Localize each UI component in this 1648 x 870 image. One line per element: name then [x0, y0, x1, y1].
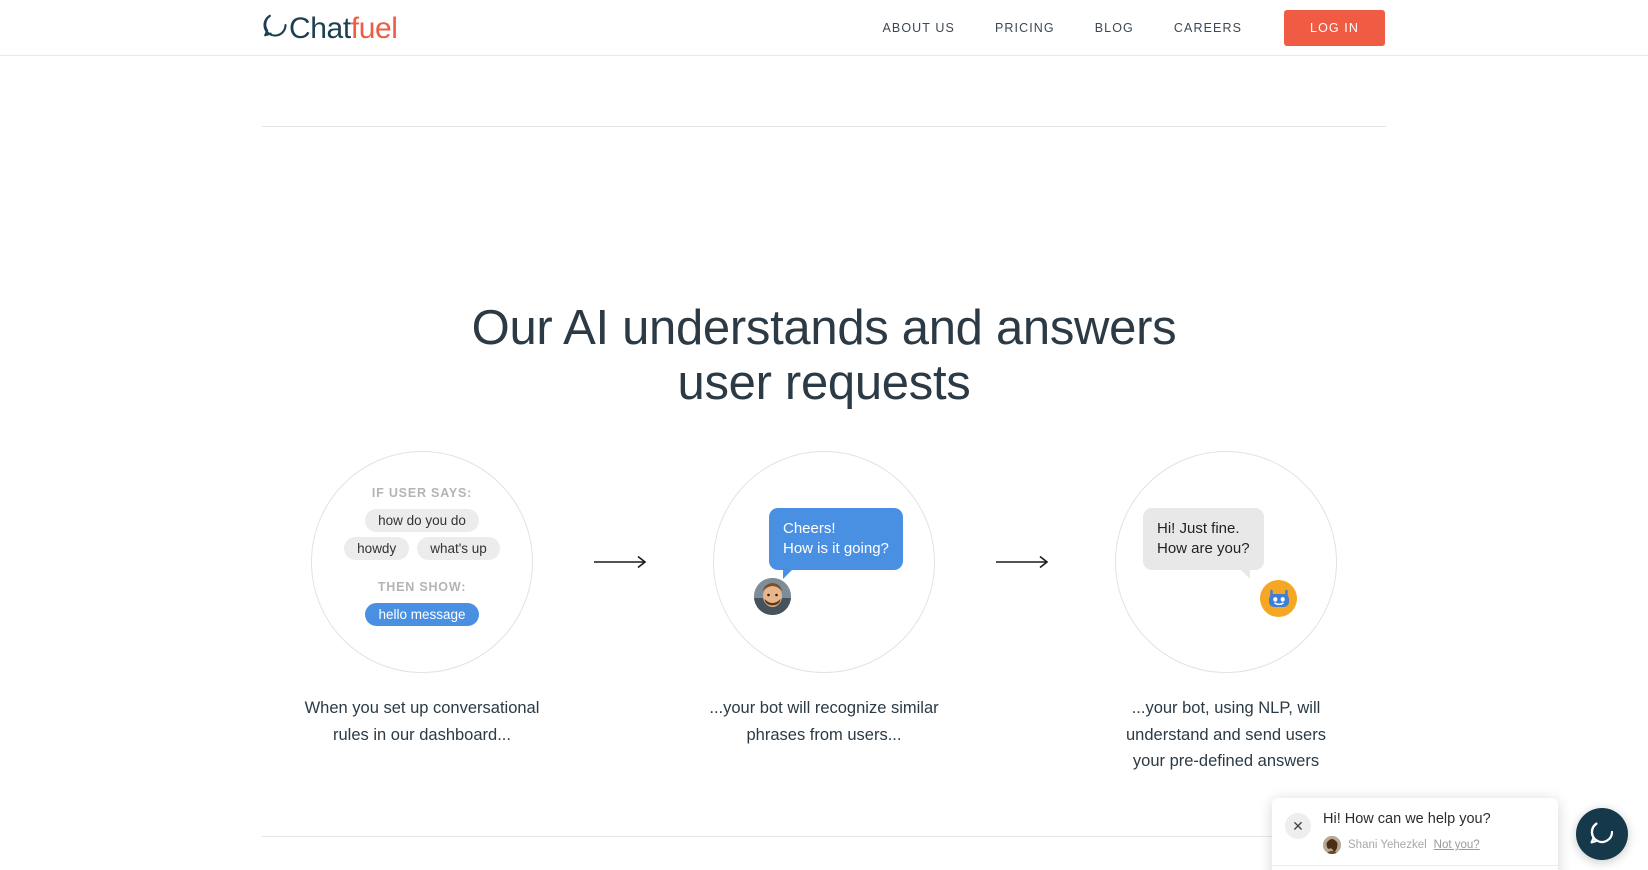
chat-agent-row: Shani Yehezkel Not you?	[1323, 836, 1491, 855]
page-title-line2: user requests	[677, 356, 971, 411]
not-you-link[interactable]: Not you?	[1434, 839, 1480, 851]
login-button[interactable]: LOG IN	[1284, 10, 1385, 46]
phrase-pill: what's up	[417, 537, 500, 560]
bot-message-bubble: Hi! Just fine. How are you?	[1143, 508, 1264, 579]
chat-widget-header: ✕ Hi! How can we help you? Shani Yehezke…	[1272, 798, 1558, 867]
step-2-circle: Cheers! How is it going?	[713, 451, 935, 673]
page-content: Our AI understands and answers user requ…	[0, 56, 1648, 870]
step-2-caption: ...your bot will recognize similar phras…	[664, 695, 984, 748]
page-title: Our AI understands and answers user requ…	[0, 301, 1648, 412]
response-row: hello message	[312, 603, 532, 626]
phrase-row-1: how do you do	[312, 509, 532, 532]
chat-widget: ✕ Hi! How can we help you? Shani Yehezke…	[1272, 798, 1558, 870]
phrase-pill: howdy	[344, 537, 410, 560]
chat-greeting-text: Hi! How can we help you?	[1323, 811, 1491, 827]
if-user-says-label: IF USER SAYS:	[371, 486, 473, 500]
bot-avatar-icon	[1260, 580, 1297, 617]
step-1-caption-line1: When you set up conversational	[304, 699, 540, 717]
site-logo[interactable]: Chat fuel	[262, 10, 398, 48]
phrase-row-2: howdy what's up	[312, 537, 532, 560]
steps-row: IF USER SAYS: how do you do howdy what's…	[262, 451, 1386, 775]
logo-text-chat: Chat	[289, 12, 351, 45]
step-3-caption: ...your bot, using NLP, will understand …	[1066, 695, 1386, 775]
user-avatar	[754, 578, 791, 615]
nav-item-pricing[interactable]: PRICING	[975, 21, 1075, 35]
agent-avatar	[1323, 836, 1341, 855]
step-2: Cheers! How is it going? ...your bot wil…	[664, 451, 984, 748]
divider-top	[262, 126, 1386, 127]
chat-bubble-logo-icon	[262, 10, 288, 48]
step-3-circle: Hi! Just fine. How are you?	[1115, 451, 1337, 673]
response-pill: hello message	[365, 603, 479, 626]
step-3-caption-line2: understand and send users	[1126, 725, 1326, 744]
chat-widget-content: Hi! How can we help you? Shani Yehezkel …	[1323, 811, 1491, 855]
page-title-line1: Our AI understands and answers	[471, 300, 1177, 355]
divider-bottom	[262, 836, 1386, 837]
agent-name: Shani Yehezkel	[1348, 839, 1427, 852]
user-message-bubble: Cheers! How is it going?	[769, 508, 903, 579]
chat-launcher-button[interactable]	[1576, 808, 1628, 860]
step-2-caption-line1: ...your bot will recognize similar	[709, 699, 939, 717]
close-icon[interactable]: ✕	[1285, 813, 1311, 839]
step-1-circle: IF USER SAYS: how do you do howdy what's…	[311, 451, 533, 673]
phrase-pill: how do you do	[365, 509, 479, 532]
chat-now-button[interactable]: Chat Now	[1272, 866, 1558, 870]
arrow-1-icon	[592, 451, 654, 673]
logo-text-fuel: fuel	[350, 12, 398, 45]
step-3-caption-line1: ...your bot, using NLP, will	[1131, 699, 1321, 717]
nav-item-about-us[interactable]: ABOUT US	[862, 21, 974, 35]
step-1: IF USER SAYS: how do you do howdy what's…	[262, 451, 582, 748]
step-2-caption-line2: phrases from users...	[746, 725, 902, 744]
step-3-caption-line3: your pre-defined answers	[1132, 752, 1320, 771]
nav-item-blog[interactable]: BLOG	[1075, 21, 1154, 35]
arrow-2-icon	[994, 451, 1056, 673]
then-show-label: THEN SHOW:	[377, 580, 467, 594]
step-3: Hi! Just fine. How are you? ...your bot,…	[1066, 451, 1386, 775]
step-1-caption-line2: rules in our dashboard...	[333, 725, 511, 744]
site-header: Chat fuel ABOUT US PRICING BLOG CAREERS L…	[0, 0, 1648, 56]
main-navigation: ABOUT US PRICING BLOG CAREERS LOG IN	[862, 0, 1385, 56]
chat-bubble-icon	[1588, 818, 1616, 851]
nav-item-careers[interactable]: CAREERS	[1154, 21, 1262, 35]
step-1-caption: When you set up conversational rules in …	[262, 695, 582, 748]
